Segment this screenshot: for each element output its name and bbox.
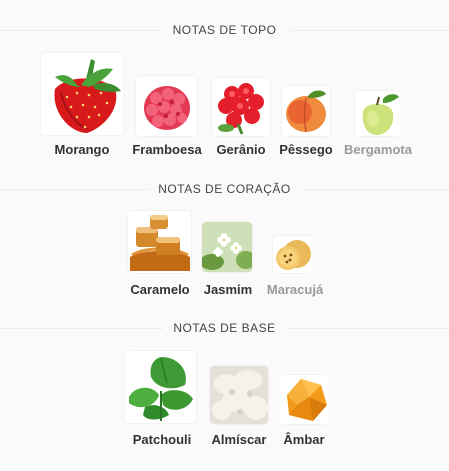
strawberry-icon[interactable] xyxy=(41,53,123,135)
peach-icon[interactable] xyxy=(282,86,330,136)
note-label: Âmbar xyxy=(283,432,325,447)
note-label: Pêssego xyxy=(279,142,333,157)
geranium-icon[interactable] xyxy=(212,78,270,136)
note-label: Gerânio xyxy=(216,142,266,157)
note-label: Jasmim xyxy=(203,282,253,297)
note-label: Bergamota xyxy=(344,142,412,157)
note-label: Caramelo xyxy=(130,282,190,297)
raspberry-icon[interactable] xyxy=(136,76,197,136)
jasmine-icon[interactable] xyxy=(202,222,252,272)
note-label: Morango xyxy=(54,142,110,157)
section-heading: NOTAS DE BASE xyxy=(163,321,286,335)
patchouli-icon[interactable] xyxy=(125,351,196,423)
note-label: Almíscar xyxy=(211,432,267,447)
passion-fruit-icon[interactable] xyxy=(273,236,313,273)
section-title-heart-notes: NOTAS DE CORAÇÃO xyxy=(0,179,449,199)
note-label: Patchouli xyxy=(132,432,192,447)
note-label: Framboesa xyxy=(132,142,202,157)
note-label: Maracujá xyxy=(266,282,324,297)
bergamot-icon[interactable] xyxy=(355,91,401,136)
section-title-top-notes: NOTAS DE TOPO xyxy=(0,20,449,40)
section-title-base-notes: NOTAS DE BASE xyxy=(0,318,449,338)
caramel-icon[interactable] xyxy=(128,211,191,273)
musk-icon[interactable] xyxy=(210,366,268,424)
amber-icon[interactable] xyxy=(279,375,329,424)
section-heading: NOTAS DE CORAÇÃO xyxy=(148,182,301,196)
section-heading: NOTAS DE TOPO xyxy=(162,23,287,37)
